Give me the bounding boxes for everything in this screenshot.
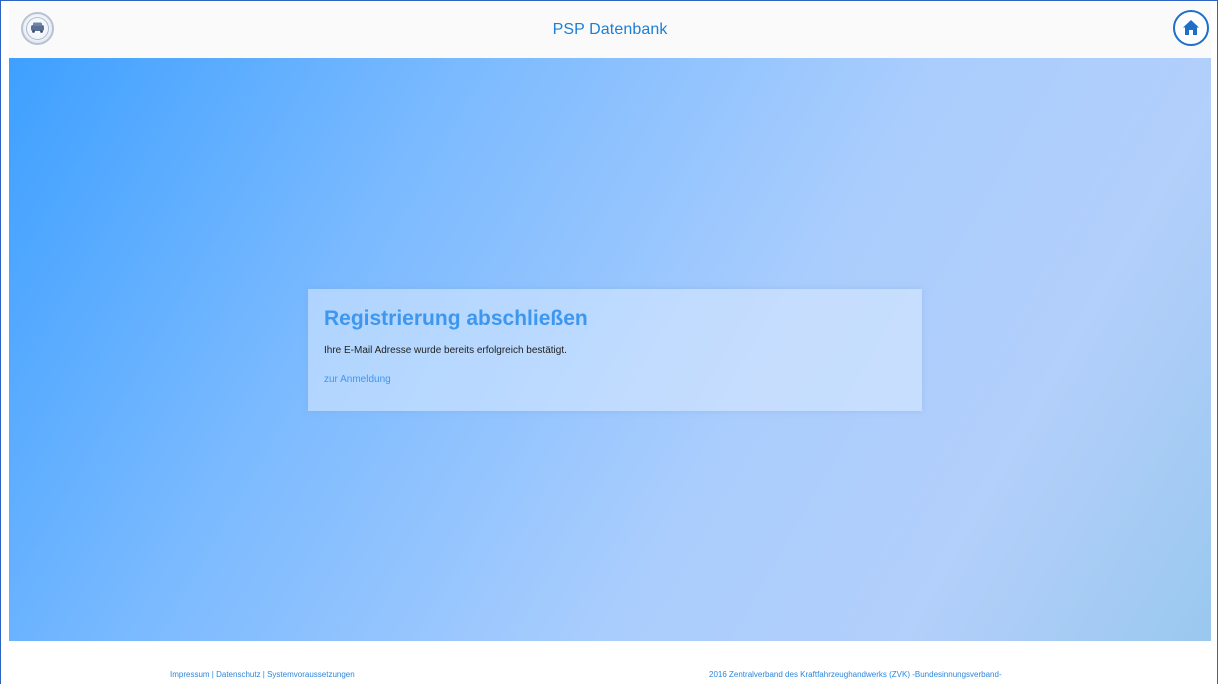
registration-card: Registrierung abschließen Ihre E-Mail Ad… [308, 289, 922, 411]
home-icon [1183, 20, 1199, 35]
page-title: PSP Datenbank [552, 21, 668, 38]
card-title: Registrierung abschließen [324, 307, 588, 330]
confirmation-message: Ihre E-Mail Adresse wurde bereits erfolg… [324, 345, 567, 356]
footer-link-systemvoraussetzungen[interactable]: Systemvoraussetzungen [267, 670, 355, 679]
footer: Impressum | Datenschutz | Systemvorausse… [9, 641, 1211, 684]
footer-links: Impressum | Datenschutz | Systemvorausse… [170, 670, 355, 679]
home-button[interactable] [1173, 10, 1209, 46]
footer-link-datenschutz[interactable]: Datenschutz [216, 670, 260, 679]
footer-link-impressum[interactable]: Impressum [170, 670, 210, 679]
footer-copyright: 2016 Zentralverband des Kraftfahrzeughan… [709, 670, 1002, 679]
top-bar: PSP Datenbank [9, 2, 1211, 58]
login-link[interactable]: zur Anmeldung [324, 374, 391, 385]
hero-background: Registrierung abschließen Ihre E-Mail Ad… [9, 58, 1211, 641]
browser-frame: PSP Datenbank Registrierung abschließen … [0, 0, 1218, 684]
emblem-logo-icon [21, 12, 54, 45]
